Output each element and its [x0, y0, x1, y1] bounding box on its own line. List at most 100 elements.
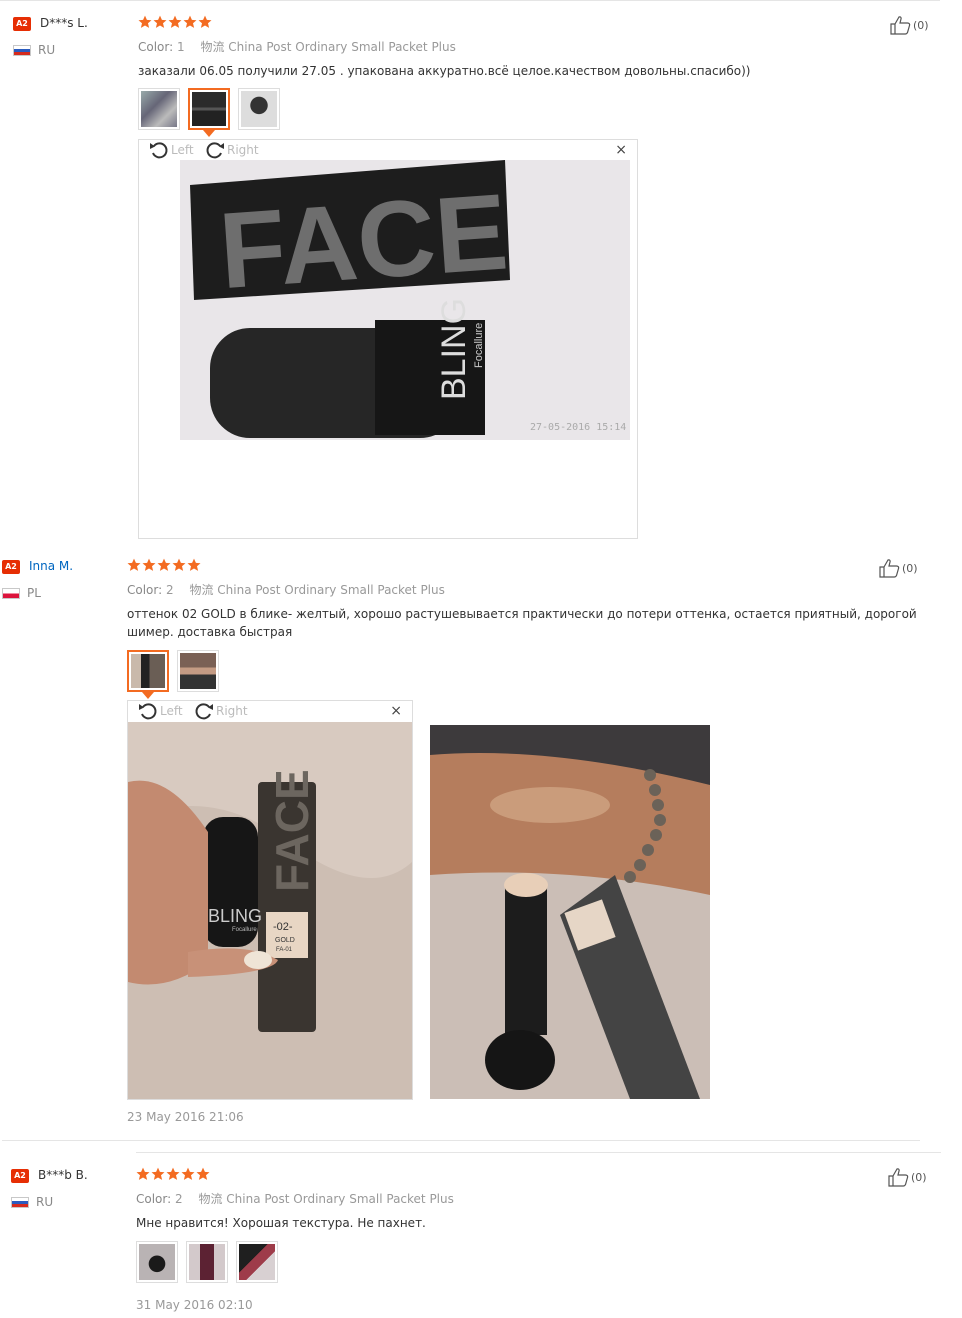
reviewer-country: RU [36, 1195, 54, 1209]
review-date: 31 May 2016 02:10 [136, 1298, 253, 1312]
star-icon [181, 1167, 195, 1181]
star-icon [198, 15, 212, 29]
photo-thumbnails [127, 650, 219, 699]
like-count: (0) [911, 1170, 927, 1184]
star-icon [187, 558, 201, 572]
star-icon [142, 558, 156, 572]
level-badge: A2 [2, 560, 20, 574]
color-value: 1 [177, 40, 185, 54]
photo-thumbnail[interactable] [127, 650, 169, 699]
color-label: Color: [127, 583, 163, 597]
photo-thumbnail[interactable] [136, 1241, 178, 1283]
rotate-left-label: Left [160, 704, 183, 718]
reviewer-name[interactable]: Inna M. [29, 559, 73, 573]
review-text: заказали 06.05 получили 27.05 . упакован… [138, 64, 751, 78]
level-badge: A2 [11, 1169, 29, 1183]
photo-brand-text: Focallure [232, 927, 257, 933]
star-icon [196, 1167, 210, 1181]
like-button[interactable]: (0) [878, 558, 918, 578]
country-flag-icon [11, 1197, 29, 1208]
star-icon [157, 558, 171, 572]
photo-shade-text: -02- [273, 921, 293, 933]
reviewer-name[interactable]: B***b B. [38, 1168, 88, 1182]
rotate-right-label: Right [227, 143, 259, 157]
rotate-left-label: Left [171, 143, 194, 157]
star-icon [136, 1167, 150, 1181]
close-icon[interactable]: × [390, 703, 402, 719]
review-date: 23 May 2016 21:06 [127, 1110, 244, 1124]
star-rating [127, 558, 201, 574]
review-divider [2, 1140, 920, 1141]
star-icon [138, 15, 152, 29]
photo-shade-code: FA-01 [276, 947, 293, 953]
color-value: 2 [166, 583, 174, 597]
photo-viewer: Left Right × FACE BLING Focallure 27-05-… [138, 139, 638, 539]
photo-bling-text: BLING [435, 298, 473, 400]
photo-bling-text: BLING [208, 906, 262, 926]
viewer-toolbar: Left Right × [139, 140, 637, 160]
top-divider [0, 0, 940, 1]
star-icon [172, 558, 186, 572]
reviewer-name[interactable]: D***s L. [40, 16, 88, 30]
rotate-right-icon [194, 701, 214, 721]
review-meta: Color: 2 物流 China Post Ordinary Small Pa… [127, 581, 445, 598]
rotate-right-button[interactable]: Right [205, 140, 259, 160]
close-icon[interactable]: × [615, 142, 627, 158]
star-rating [136, 1167, 210, 1183]
star-icon [127, 558, 141, 572]
review-divider [136, 1152, 941, 1153]
rotate-right-label: Right [216, 704, 248, 718]
shipping-method: 物流 China Post Ordinary Small Packet Plus [198, 1192, 454, 1206]
shipping-method: 物流 China Post Ordinary Small Packet Plus [200, 40, 456, 54]
photo-brand-text: Focallure [473, 323, 485, 368]
photo-viewer: Left Right × FACE -02- GOLD FA-01 BLING … [127, 700, 413, 1100]
reviewer-country: PL [27, 586, 41, 600]
rotate-left-icon [138, 701, 158, 721]
photo-box-text: FACE [216, 170, 512, 311]
photo-thumbnail[interactable] [138, 88, 180, 130]
photo-thumbnail[interactable] [186, 1241, 228, 1283]
photo-thumbnail[interactable] [238, 88, 280, 130]
star-rating [138, 15, 212, 31]
review-text: Мне нравится! Хорошая текстура. Не пахне… [136, 1216, 426, 1230]
review-text: оттенок 02 GOLD в блике- желтый, хорошо … [127, 607, 917, 639]
rotate-left-button[interactable]: Left [149, 140, 194, 160]
like-count: (0) [913, 18, 929, 32]
star-icon [153, 15, 167, 29]
rotate-right-button[interactable]: Right [194, 701, 248, 721]
review-meta: Color: 1 物流 China Post Ordinary Small Pa… [138, 38, 456, 55]
viewer-toolbar: Left Right × [128, 701, 412, 721]
like-button[interactable]: (0) [887, 1167, 927, 1187]
thumbs-up-icon [889, 15, 911, 35]
like-button[interactable]: (0) [889, 15, 929, 35]
thumbs-up-icon [887, 1167, 909, 1187]
star-icon [151, 1167, 165, 1181]
review-photo [430, 725, 710, 1099]
review-photo: FACE -02- GOLD FA-01 BLING Focallure [128, 722, 412, 1099]
shipping-method: 物流 China Post Ordinary Small Packet Plus [189, 583, 445, 597]
rotate-left-button[interactable]: Left [138, 701, 183, 721]
photo-thumbnail[interactable] [236, 1241, 278, 1283]
photo-shade-name: GOLD [275, 937, 295, 944]
star-icon [183, 15, 197, 29]
level-badge: A2 [13, 17, 31, 31]
star-icon [168, 15, 182, 29]
like-count: (0) [902, 561, 918, 575]
photo-thumbnails [138, 88, 280, 137]
reviewer-country: RU [38, 43, 56, 57]
thumbs-up-icon [878, 558, 900, 578]
photo-thumbnail[interactable] [188, 88, 230, 137]
rotate-left-icon [149, 140, 169, 160]
review-photo: FACE BLING Focallure 27-05-2016 15:14 [180, 160, 630, 440]
rotate-right-icon [205, 140, 225, 160]
photo-thumbnails [136, 1241, 278, 1283]
review-meta: Color: 2 物流 China Post Ordinary Small Pa… [136, 1190, 454, 1207]
photo-box-text: FACE [266, 769, 318, 892]
country-flag-icon [13, 45, 31, 56]
color-label: Color: [138, 40, 174, 54]
photo-timestamp: 27-05-2016 15:14 [530, 422, 626, 433]
color-label: Color: [136, 1192, 172, 1206]
color-value: 2 [175, 1192, 183, 1206]
photo-thumbnail[interactable] [177, 650, 219, 692]
country-flag-icon [2, 588, 20, 599]
